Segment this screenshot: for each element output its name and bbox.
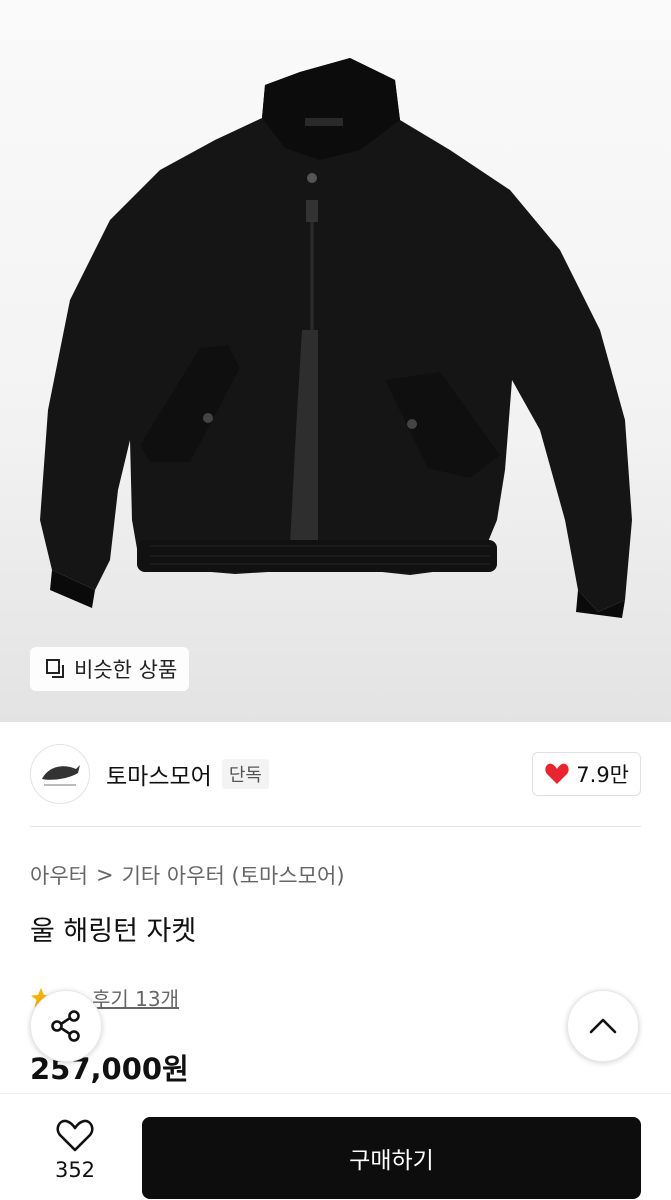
similar-products-icon: [44, 658, 66, 680]
similar-products-button[interactable]: 비슷한 상품: [30, 647, 190, 691]
seller-avatar[interactable]: [30, 744, 90, 804]
similar-products-label: 비슷한 상품: [74, 658, 178, 682]
jacket-illustration: [0, 58, 671, 722]
bottom-action-bar: 352 구매하기: [0, 1093, 671, 1200]
heart-outline-icon: [56, 1119, 94, 1152]
brand-like-count: 7.9만: [576, 763, 629, 787]
breadcrumb-item-outer[interactable]: 아우터: [30, 860, 88, 890]
heart-filled-icon: [545, 763, 569, 784]
breadcrumb: 아우터 > 기타 아우터 (토마스모어): [30, 860, 345, 890]
product-title: 울 해링턴 자켓: [30, 916, 197, 947]
chevron-up-icon: [589, 1018, 617, 1034]
review-link[interactable]: 후기 13개: [92, 983, 179, 1012]
divider: [30, 826, 641, 827]
brand-like-button[interactable]: 7.9만: [532, 752, 641, 796]
buy-button[interactable]: 구매하기: [142, 1117, 641, 1199]
jumping-whale-logo-icon: [42, 765, 80, 786]
scroll-to-top-button[interactable]: [567, 990, 639, 1062]
product-image[interactable]: 비슷한 상품: [0, 0, 671, 722]
wishlist-button[interactable]: 352: [30, 1118, 120, 1194]
wishlist-count: 352: [54, 1158, 96, 1182]
breadcrumb-separator: >: [95, 863, 114, 887]
exclusive-badge: 단독: [221, 759, 269, 789]
share-button[interactable]: [30, 990, 102, 1062]
seller-name[interactable]: 토마스모어: [106, 757, 212, 791]
share-icon: [51, 1010, 80, 1042]
seller-row: 토마스모어 단독 7.9만: [30, 744, 641, 804]
breadcrumb-item-other-outer[interactable]: 기타 아우터 (토마스모어): [122, 860, 345, 890]
